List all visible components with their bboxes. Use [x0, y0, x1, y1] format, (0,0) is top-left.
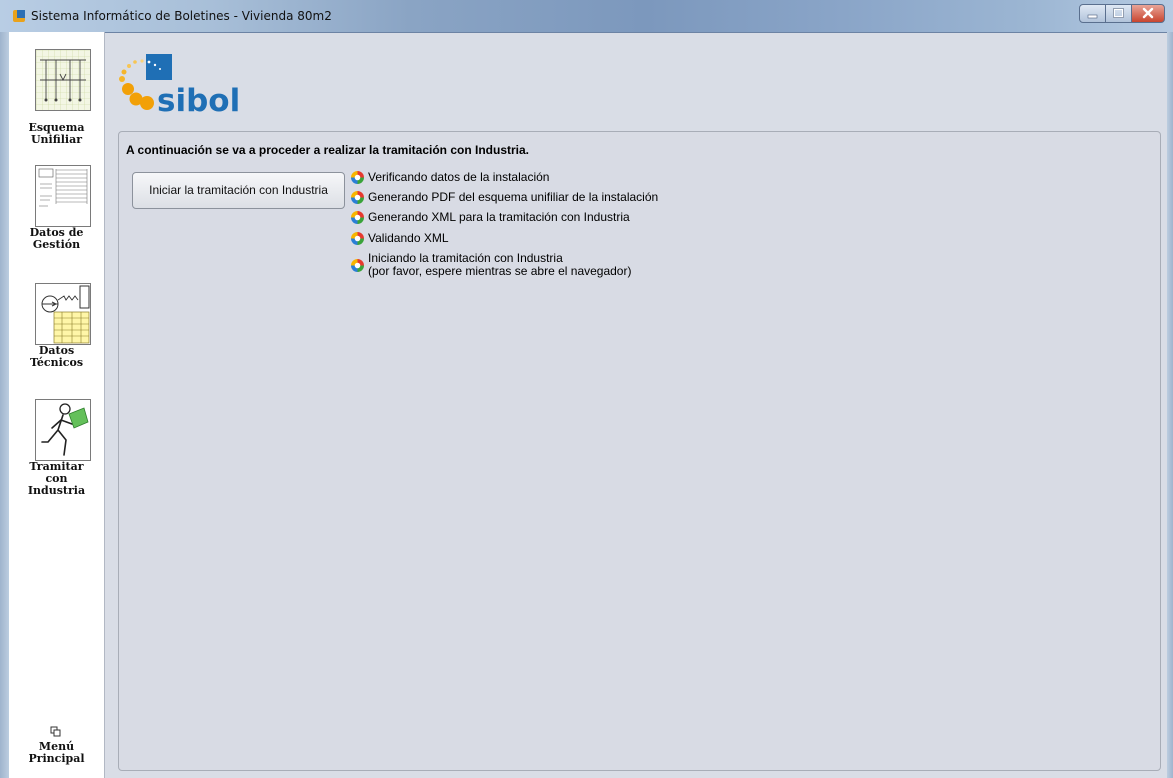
step-label: Verificando datos de la instalación	[368, 170, 550, 184]
sidebar-item-datos-gestion[interactable]: Datos de Gestión	[9, 165, 104, 265]
step-label: Generando PDF del esquema unifiliar de l…	[368, 190, 659, 204]
step-label: Generando XML para la tramitación con In…	[368, 210, 630, 224]
step-label: Validando XML	[368, 231, 449, 245]
sidebar-item-datos-tecnicos[interactable]: Datos Técnicos	[9, 283, 104, 383]
sidebar-item-label: Gestión	[32, 238, 81, 251]
application-window: Sistema Informático de Boletines - Vivie…	[0, 0, 1173, 778]
menu-principal-icon	[50, 726, 61, 737]
spinner-icon	[351, 211, 364, 224]
datos-tecnicos-icon	[35, 283, 91, 345]
sidebar-item-tramitar-industria[interactable]: Tramitar con Industria	[9, 399, 104, 529]
spinner-icon	[351, 232, 364, 245]
window-frame-left	[0, 32, 9, 778]
spinner-icon	[351, 259, 364, 272]
minimize-button[interactable]	[1079, 4, 1106, 23]
step-sublabel: (por favor, espere mientras se abre el n…	[368, 264, 632, 278]
sidebar-item-label: Principal	[28, 752, 85, 765]
esquema-unifiliar-icon	[35, 49, 91, 111]
sidebar: Esquema Unifiliar Datos de Gestión Datos…	[9, 32, 105, 778]
sidebar-item-menu-principal[interactable]: Menú Principal	[9, 726, 104, 770]
tramitar-runner-icon	[35, 399, 91, 461]
app-icon	[13, 10, 25, 22]
sibol-logo: sibol	[119, 54, 240, 119]
datos-gestion-icon	[35, 165, 91, 227]
spinner-icon	[351, 191, 364, 204]
intro-text: A continuación se va a proceder a realiz…	[126, 143, 530, 157]
title-bar[interactable]: Sistema Informático de Boletines - Vivie…	[0, 0, 1173, 33]
window-title: Sistema Informático de Boletines - Vivie…	[31, 9, 332, 23]
close-icon	[1142, 7, 1154, 19]
spinner-icon	[351, 171, 364, 184]
main-panel: A continuación se va a proceder a realiz…	[118, 131, 1161, 771]
logo-text: sibol	[157, 83, 240, 119]
sidebar-item-label: Técnicos	[29, 356, 84, 369]
maximize-icon	[1113, 8, 1124, 18]
minimize-icon	[1087, 14, 1098, 19]
sidebar-item-esquema-unifiliar[interactable]: Esquema Unifiliar	[9, 49, 104, 149]
maximize-button[interactable]	[1105, 4, 1132, 23]
close-button[interactable]	[1131, 4, 1165, 23]
sidebar-item-label: Unifiliar	[30, 133, 83, 146]
start-tramitacion-button[interactable]: Iniciar la tramitación con Industria	[132, 172, 345, 209]
window-frame-right	[1167, 32, 1173, 778]
sidebar-item-label: Industria	[27, 484, 86, 497]
